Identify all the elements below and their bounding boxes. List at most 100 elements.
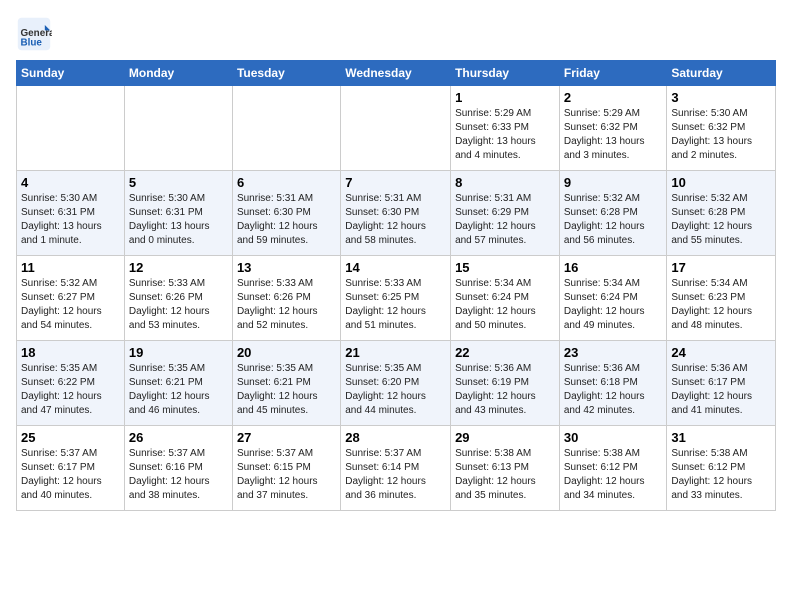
calendar-cell: 10 Sunrise: 5:32 AM Sunset: 6:28 PM Dayli… [667,171,776,256]
day-info: Sunrise: 5:31 AM Sunset: 6:30 PM Dayligh… [345,192,446,248]
day-info: Sunrise: 5:34 AM Sunset: 6:24 PM Dayligh… [564,277,663,333]
calendar-week-4: 18Sunrise: 5:35 AM Sunset: 6:22 PM Dayli… [17,341,776,426]
svg-text:Blue: Blue [21,38,43,49]
weekday-header-sunday: Sunday [17,61,125,86]
calendar-cell: 1Sunrise: 5:29 AM Sunset: 6:33 PM Daylig… [451,86,560,171]
calendar-week-1: 1Sunrise: 5:29 AM Sunset: 6:33 PM Daylig… [17,86,776,171]
day-info: Sunrise: 5:34 AM Sunset: 6:23 PM Dayligh… [671,277,771,333]
day-number: 28 [345,430,446,445]
day-info: Sunrise: 5:37 AM Sunset: 6:14 PM Dayligh… [345,447,446,503]
calendar-cell: 25 Sunrise: 5:37 AM Sunset: 6:17 PM Dayli… [17,426,125,511]
day-info: Sunrise: 5:31 AM Sunset: 6:30 PM Dayligh… [237,192,336,248]
page-header: General Blue [16,16,776,52]
day-number: 16 [564,260,663,275]
day-info: Sunrise: 5:37 AM Sunset: 6:17 PM Dayligh… [21,447,120,503]
day-number: 23 [564,345,663,360]
day-info: Sunrise: 5:38 AM Sunset: 6:13 PM Dayligh… [455,447,555,503]
day-number: 21 [345,345,446,360]
day-info: Sunrise: 5:33 AM Sunset: 6:26 PM Dayligh… [129,277,228,333]
day-info: Sunrise: 5:33 AM Sunset: 6:26 PM Dayligh… [237,277,336,333]
day-number: 15 [455,260,555,275]
day-info: Sunrise: 5:38 AM Sunset: 6:12 PM Dayligh… [671,447,771,503]
calendar-cell: 2 Sunrise: 5:29 AM Sunset: 6:32 PM Daylig… [559,86,667,171]
calendar-week-5: 25 Sunrise: 5:37 AM Sunset: 6:17 PM Dayli… [17,426,776,511]
day-number: 14 [345,260,446,275]
day-info: Sunrise: 5:36 AM Sunset: 6:18 PM Dayligh… [564,362,663,418]
calendar-cell: 3 Sunrise: 5:30 AM Sunset: 6:32 PM Daylig… [667,86,776,171]
day-info: Sunrise: 5:30 AM Sunset: 6:31 PM Dayligh… [21,192,120,248]
calendar-cell: 17 Sunrise: 5:34 AM Sunset: 6:23 PM Dayli… [667,256,776,341]
weekday-header-friday: Friday [559,61,667,86]
day-number: 9 [564,175,663,190]
day-info: Sunrise: 5:32 AM Sunset: 6:28 PM Dayligh… [671,192,771,248]
calendar-cell: 9 Sunrise: 5:32 AM Sunset: 6:28 PM Daylig… [559,171,667,256]
day-number: 7 [345,175,446,190]
day-info: Sunrise: 5:30 AM Sunset: 6:31 PM Dayligh… [129,192,228,248]
day-info: Sunrise: 5:32 AM Sunset: 6:27 PM Dayligh… [21,277,120,333]
calendar-cell [341,86,451,171]
day-info: Sunrise: 5:35 AM Sunset: 6:20 PM Dayligh… [345,362,446,418]
logo-icon: General Blue [16,16,52,52]
day-info: Sunrise: 5:37 AM Sunset: 6:15 PM Dayligh… [237,447,336,503]
calendar-cell: 22Sunrise: 5:36 AM Sunset: 6:19 PM Dayli… [451,341,560,426]
calendar-cell: 4 Sunrise: 5:30 AM Sunset: 6:31 PM Daylig… [17,171,125,256]
weekday-header-tuesday: Tuesday [232,61,340,86]
calendar-header: SundayMondayTuesdayWednesdayThursdayFrid… [17,61,776,86]
day-number: 20 [237,345,336,360]
day-info: Sunrise: 5:36 AM Sunset: 6:17 PM Dayligh… [671,362,771,418]
day-number: 26 [129,430,228,445]
day-number: 31 [671,430,771,445]
day-number: 25 [21,430,120,445]
calendar-cell: 30 Sunrise: 5:38 AM Sunset: 6:12 PM Dayli… [559,426,667,511]
day-info: Sunrise: 5:35 AM Sunset: 6:21 PM Dayligh… [129,362,228,418]
day-number: 6 [237,175,336,190]
calendar-cell: 8 Sunrise: 5:31 AM Sunset: 6:29 PM Daylig… [451,171,560,256]
day-info: Sunrise: 5:31 AM Sunset: 6:29 PM Dayligh… [455,192,555,248]
calendar-cell: 12 Sunrise: 5:33 AM Sunset: 6:26 PM Dayli… [124,256,232,341]
day-info: Sunrise: 5:36 AM Sunset: 6:19 PM Dayligh… [455,362,555,418]
day-info: Sunrise: 5:37 AM Sunset: 6:16 PM Dayligh… [129,447,228,503]
logo: General Blue [16,16,56,52]
day-info: Sunrise: 5:29 AM Sunset: 6:32 PM Dayligh… [564,107,663,163]
calendar-cell: 20 Sunrise: 5:35 AM Sunset: 6:21 PM Dayli… [232,341,340,426]
day-number: 12 [129,260,228,275]
day-info: Sunrise: 5:30 AM Sunset: 6:32 PM Dayligh… [671,107,771,163]
calendar-cell [124,86,232,171]
calendar-cell: 11 Sunrise: 5:32 AM Sunset: 6:27 PM Dayli… [17,256,125,341]
weekday-header-wednesday: Wednesday [341,61,451,86]
calendar-cell: 27 Sunrise: 5:37 AM Sunset: 6:15 PM Dayli… [232,426,340,511]
calendar-table: SundayMondayTuesdayWednesdayThursdayFrid… [16,60,776,511]
day-info: Sunrise: 5:38 AM Sunset: 6:12 PM Dayligh… [564,447,663,503]
day-number: 5 [129,175,228,190]
day-number: 19 [129,345,228,360]
day-number: 8 [455,175,555,190]
calendar-cell [232,86,340,171]
calendar-cell: 31 Sunrise: 5:38 AM Sunset: 6:12 PM Dayli… [667,426,776,511]
day-info: Sunrise: 5:32 AM Sunset: 6:28 PM Dayligh… [564,192,663,248]
day-number: 29 [455,430,555,445]
calendar-cell: 14Sunrise: 5:33 AM Sunset: 6:25 PM Dayli… [341,256,451,341]
day-number: 30 [564,430,663,445]
day-info: Sunrise: 5:35 AM Sunset: 6:21 PM Dayligh… [237,362,336,418]
day-number: 27 [237,430,336,445]
weekday-header-saturday: Saturday [667,61,776,86]
calendar-cell: 29 Sunrise: 5:38 AM Sunset: 6:13 PM Dayli… [451,426,560,511]
day-number: 13 [237,260,336,275]
calendar-week-2: 4 Sunrise: 5:30 AM Sunset: 6:31 PM Daylig… [17,171,776,256]
day-number: 2 [564,90,663,105]
calendar-cell: 15 Sunrise: 5:34 AM Sunset: 6:24 PM Dayli… [451,256,560,341]
day-number: 4 [21,175,120,190]
weekday-header-thursday: Thursday [451,61,560,86]
day-number: 17 [671,260,771,275]
calendar-cell: 13 Sunrise: 5:33 AM Sunset: 6:26 PM Dayli… [232,256,340,341]
calendar-cell: 16 Sunrise: 5:34 AM Sunset: 6:24 PM Dayli… [559,256,667,341]
calendar-cell: 5 Sunrise: 5:30 AM Sunset: 6:31 PM Daylig… [124,171,232,256]
calendar-cell: 19 Sunrise: 5:35 AM Sunset: 6:21 PM Dayli… [124,341,232,426]
calendar-cell [17,86,125,171]
day-number: 3 [671,90,771,105]
day-info: Sunrise: 5:34 AM Sunset: 6:24 PM Dayligh… [455,277,555,333]
day-number: 10 [671,175,771,190]
calendar-cell: 26 Sunrise: 5:37 AM Sunset: 6:16 PM Dayli… [124,426,232,511]
day-number: 11 [21,260,120,275]
day-info: Sunrise: 5:35 AM Sunset: 6:22 PM Dayligh… [21,362,120,418]
